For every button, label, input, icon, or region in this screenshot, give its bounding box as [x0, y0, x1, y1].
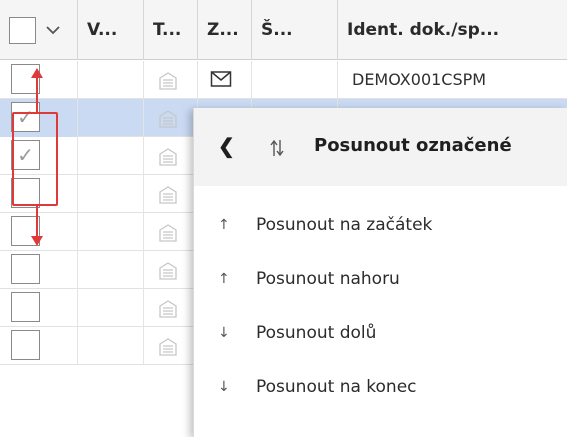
- table-cell: [78, 99, 144, 137]
- menu-item-move-down[interactable]: ↓ Posunout dolů: [194, 306, 567, 360]
- table-cell: [78, 175, 144, 213]
- row-checkbox[interactable]: [11, 254, 40, 284]
- table-cell: [78, 213, 144, 251]
- selection-highlight: [12, 112, 58, 206]
- grid-header: V... T... Z... Š... Ident. dok./sp...: [0, 0, 567, 60]
- table-row[interactable]: DEMOX001CSPM: [0, 61, 567, 99]
- arrow-down-icon: ↓: [218, 379, 230, 395]
- document-type-icon: [159, 186, 177, 204]
- document-type-icon: [159, 110, 177, 128]
- table-cell: [252, 61, 338, 99]
- menu-item-label: Posunout na konec: [256, 377, 417, 397]
- sort-icon: [270, 139, 284, 157]
- move-selected-menu: ❮ Posunout označené ↑ Posunout na začáte…: [193, 108, 567, 437]
- menu-item-label: Posunout dolů: [256, 323, 377, 343]
- arrow-down-icon: [31, 206, 43, 246]
- chevron-down-icon[interactable]: [45, 22, 61, 38]
- row-checkbox[interactable]: [11, 330, 40, 360]
- document-type-icon: [159, 300, 177, 318]
- table-cell: [78, 251, 144, 289]
- column-header-s[interactable]: Š...: [252, 0, 338, 60]
- back-icon[interactable]: ❮: [218, 134, 235, 159]
- menu-header: ❮ Posunout označené: [194, 108, 567, 186]
- menu-item-label: Posunout nahoru: [256, 269, 400, 289]
- document-type-icon: [159, 72, 177, 90]
- document-type-icon: [159, 148, 177, 166]
- document-type-icon: [159, 224, 177, 242]
- row-checkbox[interactable]: [11, 292, 40, 322]
- menu-item-move-up[interactable]: ↑ Posunout nahoru: [194, 252, 567, 306]
- menu-item-label: Posunout na začátek: [256, 215, 433, 235]
- table-cell: [78, 137, 144, 175]
- arrow-up-icon: [31, 68, 43, 112]
- table-cell: [78, 289, 144, 327]
- arrow-up-icon: ↑: [218, 271, 230, 287]
- document-type-icon: [159, 262, 177, 280]
- table-cell: [78, 61, 144, 99]
- menu-title: Posunout označené: [314, 135, 512, 156]
- arrow-up-icon: ↑: [218, 217, 230, 233]
- column-header-t[interactable]: T...: [144, 0, 198, 60]
- arrow-down-icon: ↓: [218, 325, 230, 341]
- select-all-cell: [0, 0, 78, 60]
- ident-value: DEMOX001CSPM: [352, 70, 487, 89]
- table-cell: [78, 327, 144, 365]
- column-header-ident[interactable]: Ident. dok./sp...: [338, 0, 567, 60]
- menu-item-move-to-end[interactable]: ↓ Posunout na konec: [194, 360, 567, 414]
- menu-item-move-to-top[interactable]: ↑ Posunout na začátek: [194, 198, 567, 252]
- document-type-icon: [159, 338, 177, 356]
- select-all-checkbox[interactable]: [9, 17, 36, 44]
- column-header-v[interactable]: V...: [78, 0, 144, 60]
- envelope-icon: [210, 71, 232, 87]
- column-header-z[interactable]: Z...: [198, 0, 252, 60]
